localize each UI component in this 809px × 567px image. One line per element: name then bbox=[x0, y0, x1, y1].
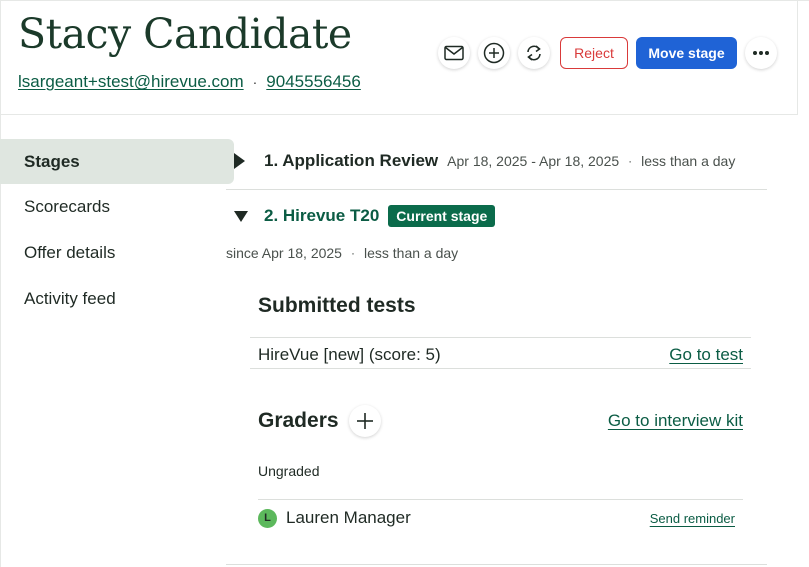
plus-circle-icon bbox=[483, 42, 505, 64]
sidebar-item-offer-details[interactable]: Offer details bbox=[0, 230, 234, 276]
stage-duration: less than a day bbox=[641, 153, 736, 169]
ellipsis-icon bbox=[753, 51, 769, 55]
top-border bbox=[0, 0, 809, 1]
stage-since-date: since Apr 18, 2025 bbox=[226, 245, 342, 261]
graders-header: Graders Go to interview kit bbox=[258, 405, 743, 437]
meta-separator: · bbox=[350, 246, 355, 260]
candidate-actions: Reject Move stage bbox=[438, 37, 777, 69]
stage-title: 1. Application Review bbox=[264, 151, 439, 170]
tests-bottom-divider bbox=[250, 368, 751, 369]
current-stage-badge: Current stage bbox=[388, 205, 496, 227]
grading-status: Ungraded bbox=[258, 463, 320, 479]
stage-since: since Apr 18, 2025 · less than a day bbox=[226, 245, 458, 261]
tests-top-divider bbox=[250, 337, 751, 338]
collapse-caret-icon[interactable] bbox=[234, 210, 248, 222]
expand-caret-icon[interactable] bbox=[234, 153, 245, 169]
test-name: HireVue [new] (score: 5) bbox=[258, 345, 441, 364]
refresh-icon bbox=[527, 45, 541, 61]
graders-title: Graders bbox=[258, 409, 339, 432]
sidebar-item-activity-feed[interactable]: Activity feed bbox=[0, 276, 234, 322]
avatar: L bbox=[258, 508, 277, 528]
table-row: HireVue [new] (score: 5) Go to test bbox=[258, 345, 743, 365]
stage-divider bbox=[226, 189, 767, 190]
go-to-test-link[interactable]: Go to test bbox=[669, 345, 743, 365]
candidate-contact: lsargeant+stest@hirevue.com · 9045556456 bbox=[18, 72, 361, 92]
stage-row-application-review[interactable]: 1. Application Review Apr 18, 2025 - Apr… bbox=[234, 151, 735, 171]
grader-divider bbox=[258, 499, 743, 500]
add-button[interactable] bbox=[478, 37, 510, 69]
reject-button[interactable]: Reject bbox=[560, 37, 628, 69]
add-grader-button[interactable] bbox=[348, 405, 381, 437]
more-actions-button[interactable] bbox=[745, 37, 777, 69]
header-divider bbox=[0, 114, 797, 115]
stage-dates: Apr 18, 2025 - Apr 18, 2025 bbox=[447, 153, 620, 169]
graders-title-group: Graders bbox=[258, 405, 381, 437]
grader-name: Lauren Manager bbox=[286, 508, 411, 527]
contact-separator: · bbox=[252, 74, 258, 90]
candidate-name: Stacy Candidate bbox=[18, 10, 352, 58]
plus-icon bbox=[356, 413, 373, 429]
grader-info: L Lauren Manager bbox=[258, 508, 411, 528]
send-reminder-link[interactable]: Send reminder bbox=[650, 511, 735, 526]
sidebar-item-scorecards[interactable]: Scorecards bbox=[0, 184, 234, 230]
go-to-interview-kit-link[interactable]: Go to interview kit bbox=[608, 411, 743, 431]
sidebar-item-stages[interactable]: Stages bbox=[0, 139, 234, 184]
right-border bbox=[797, 0, 798, 115]
section-bottom-divider bbox=[226, 564, 767, 565]
email-button[interactable] bbox=[438, 37, 470, 69]
mail-icon bbox=[444, 45, 464, 61]
meta-separator: · bbox=[628, 154, 633, 168]
candidate-email-link[interactable]: lsargeant+stest@hirevue.com bbox=[18, 72, 244, 92]
transfer-button[interactable] bbox=[518, 37, 550, 69]
stage-row-hirevue-t20[interactable]: 2. Hirevue T20 Current stage bbox=[234, 205, 496, 227]
submitted-tests-title: Submitted tests bbox=[258, 294, 416, 317]
move-stage-button[interactable]: Move stage bbox=[636, 37, 737, 69]
sidebar-nav: Stages Scorecards Offer details Activity… bbox=[0, 139, 234, 322]
list-item: L Lauren Manager Send reminder bbox=[258, 508, 735, 528]
stage-duration: less than a day bbox=[363, 245, 459, 261]
stage-title: 2. Hirevue T20 bbox=[264, 206, 380, 225]
candidate-phone-link[interactable]: 9045556456 bbox=[266, 72, 361, 92]
